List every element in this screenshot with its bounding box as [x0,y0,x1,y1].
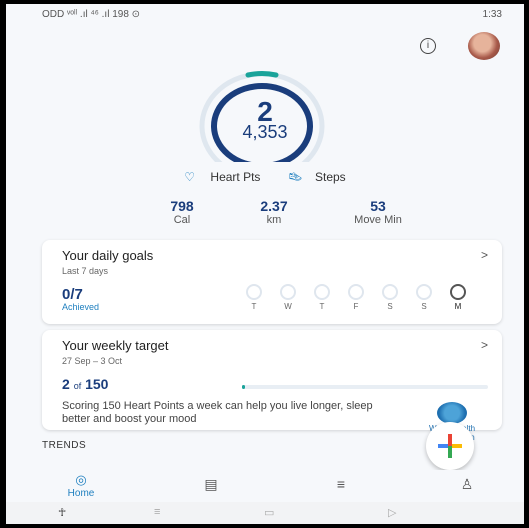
app-screen: ODD ᵛᵒˡˡ .ıl ⁴⁶ .ıl 198 ⊙ 1:33 i 2 4,353… [6,4,524,524]
day-item-today: M [446,284,470,311]
day-item: S [412,284,436,311]
home-icon: ◎ [75,472,87,487]
day-ring [280,284,296,300]
weekly-target-description: Scoring 150 Heart Points a week can help… [62,400,373,425]
daily-goals-title: Your daily goals [62,248,154,263]
daily-goals-value: 0/7 [62,286,83,303]
day-label: F [353,302,359,311]
nav-home-label: Home [67,488,95,499]
weekly-target-value: 2 of 150 [62,376,108,392]
daily-goals-label: Achieved [62,302,100,312]
plus-icon [438,434,462,458]
stat-cal: 798 Cal [132,198,232,226]
stat-move-min-value: 53 [370,198,386,214]
day-label: S [421,302,427,311]
day-item: T [242,284,266,311]
back-icon[interactable]: ▷ [388,506,396,519]
day-ring [348,284,364,300]
day-ring [314,284,330,300]
steps-value: 4,353 [242,122,288,142]
legend-steps-label: Steps [315,170,346,184]
day-ring [416,284,432,300]
nav-home[interactable]: ◎ Home [56,472,106,499]
info-icon[interactable]: i [420,38,436,54]
stat-move-min: 53 Move Min [328,198,428,226]
daily-goals-subtitle: Last 7 days [62,266,109,276]
avatar[interactable] [468,32,500,60]
accessibility-icon[interactable]: ☥ [58,506,66,519]
recents-icon[interactable]: ≡ [154,506,160,518]
day-item: F [344,284,368,311]
stat-km-value: 2.37 [260,198,288,214]
chevron-right-icon[interactable]: > [481,248,488,262]
weekly-target-progress-fill [242,385,245,389]
stat-km-label: km [266,214,282,226]
shoe-icon: 👟︎ [287,170,303,184]
stat-km: 2.37 km [224,198,324,226]
legend-heart-label: Heart Pts [210,170,261,184]
weekly-target-of: of [73,381,82,391]
journal-icon[interactable]: ▤ [196,476,226,493]
status-bar: ODD ᵛᵒˡˡ .ıl ⁴⁶ .ıl 198 ⊙ 1:33 [6,4,524,26]
chevron-right-icon[interactable]: > [481,338,488,352]
stat-move-min-label: Move Min [354,214,402,226]
add-fab-button[interactable] [426,422,474,470]
weekly-target-current: 2 [62,376,70,392]
weekly-target-goal: 150 [85,376,109,392]
trends-heading: TRENDS [42,440,87,451]
day-ring-today [450,284,466,300]
day-item: S [378,284,402,311]
daily-goals-days: T W T F S S M [242,284,482,314]
legend-heart: ♡ Heart Pts [178,170,266,184]
home-button-icon[interactable]: ▭ [264,506,274,519]
legend-steps: 👟︎ Steps [282,170,352,184]
day-label: M [454,302,462,311]
who-globe-icon [437,402,467,424]
weekly-target-progress [242,385,488,389]
day-item: T [310,284,334,311]
weekly-target-card[interactable]: Your weekly target 27 Sep – 3 Oct > 2 of… [42,330,502,442]
day-ring [246,284,262,300]
steps-ring-progress [245,71,279,78]
profile-icon[interactable]: ♙ [452,476,482,493]
status-time: 1:33 [482,9,502,20]
day-item: W [276,284,300,311]
day-label: W [284,302,292,311]
weekly-target-title: Your weekly target [62,338,169,353]
bottom-nav: ◎ Home ▤ ≡ ♙ [6,470,524,502]
day-label: T [319,302,325,311]
system-nav: ☥ ≡ ▭ ▷ [6,502,524,524]
weekly-target-dates: 27 Sep – 3 Oct [62,356,123,366]
day-ring [382,284,398,300]
status-icons: ODD ᵛᵒˡˡ .ıl ⁴⁶ .ıl 198 ⊙ [42,9,141,20]
stat-cal-label: Cal [173,214,191,226]
daily-goals-card[interactable]: Your daily goals Last 7 days > 0/7 Achie… [42,240,502,324]
ring-legend: ♡ Heart Pts 👟︎ Steps [6,170,524,184]
day-label: S [387,302,393,311]
list-icon[interactable]: ≡ [326,476,356,492]
stat-cal-value: 798 [170,198,194,214]
heart-icon: ♡ [184,170,196,184]
day-label: T [251,302,257,311]
